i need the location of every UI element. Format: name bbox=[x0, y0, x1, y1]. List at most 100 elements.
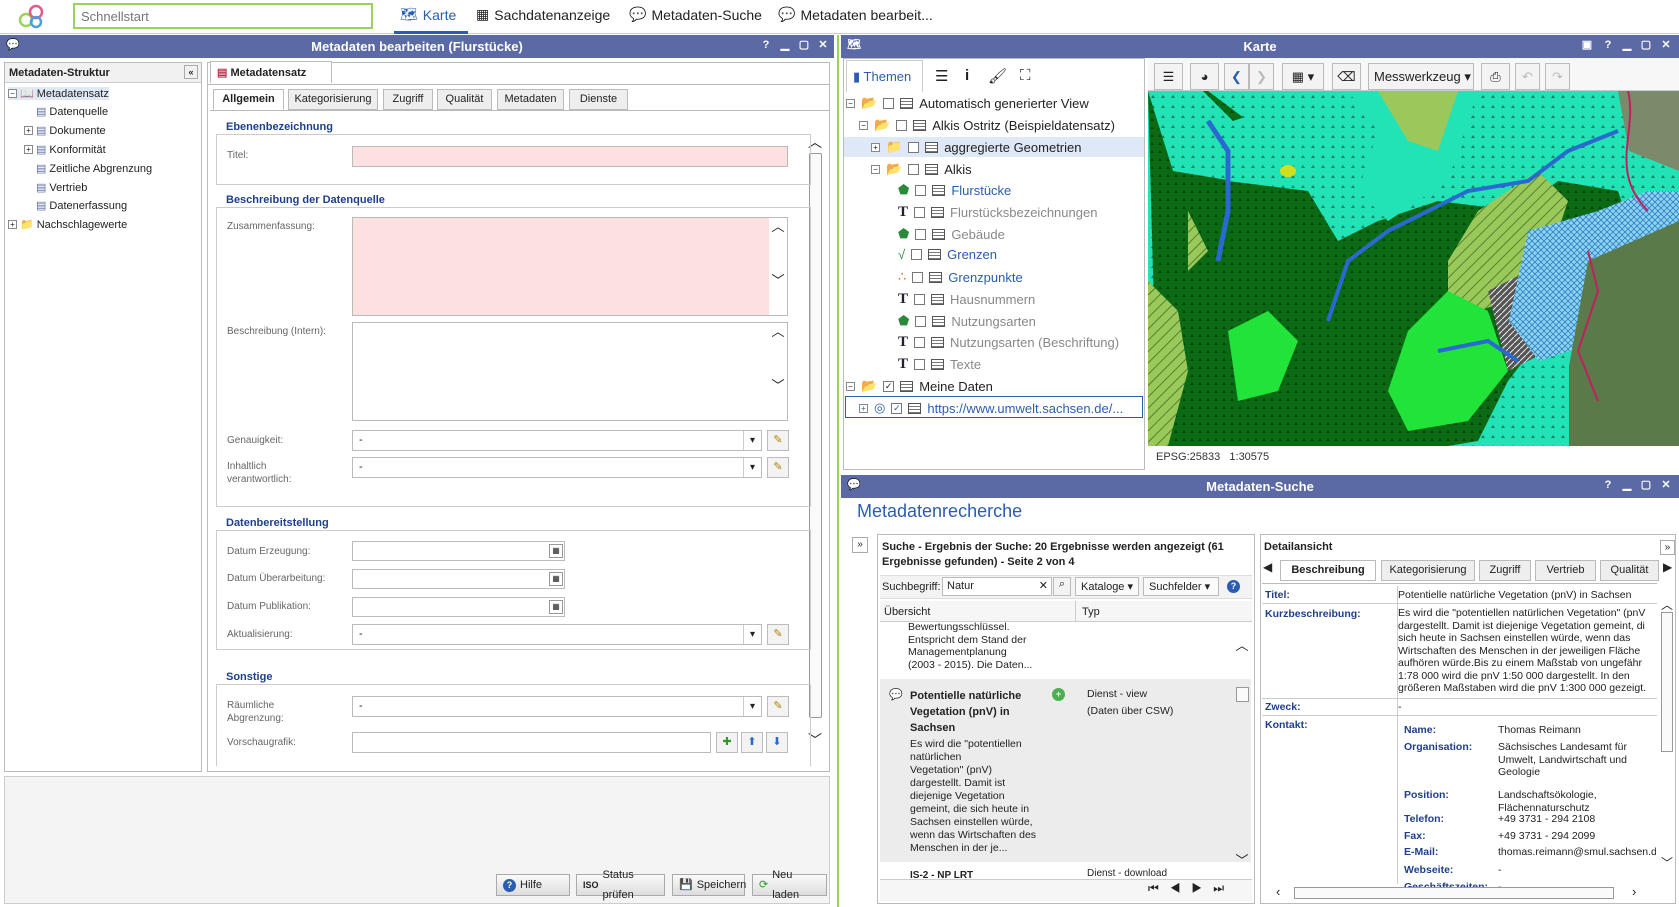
pagination-icons[interactable]: ⏮◀▶⏭ bbox=[1148, 881, 1235, 896]
maximize-icon[interactable]: ▢ bbox=[1639, 478, 1653, 492]
back-icon[interactable]: ❮ bbox=[1224, 63, 1249, 90]
tab-metadata-edit[interactable]: 💬 Metadaten bearbeit... bbox=[778, 6, 933, 23]
column-overview[interactable]: Übersicht bbox=[884, 606, 930, 618]
tree-item[interactable]: + 📁 Nachschlagewerte bbox=[8, 218, 127, 231]
preview-input[interactable] bbox=[352, 732, 711, 753]
close-icon[interactable]: ✕ bbox=[1659, 478, 1673, 492]
redo-icon[interactable]: ↷ bbox=[1545, 63, 1570, 90]
summary-textarea[interactable]: ︿ ﹀ bbox=[352, 217, 788, 316]
maximize-icon[interactable]: ▢ bbox=[797, 38, 811, 52]
tree-item[interactable]: ▤ Zeitliche Abgrenzung bbox=[36, 162, 152, 176]
layer-row[interactable]: − 📂 Automatisch generierter View bbox=[846, 95, 1089, 111]
edit-pencil-button[interactable]: ✎ bbox=[767, 696, 789, 717]
column-type[interactable]: Typ bbox=[1082, 606, 1100, 618]
minimize-icon[interactable]: ▁ bbox=[778, 38, 792, 52]
update-select[interactable]: - ▾ bbox=[352, 624, 762, 645]
list-icon[interactable]: ☰ bbox=[935, 67, 948, 85]
tree-item[interactable]: + ▤ Konformität bbox=[24, 143, 106, 156]
brush-icon[interactable]: 🖌 bbox=[988, 67, 1007, 85]
undo-icon[interactable]: ↶ bbox=[1515, 63, 1540, 90]
tab-attribute-data[interactable]: ▦ Sachdatenanzeige bbox=[476, 6, 610, 23]
layer-row[interactable]: T Texte bbox=[898, 356, 981, 373]
layer-row[interactable]: T Nutzungsarten (Beschriftung) bbox=[898, 334, 1119, 351]
layer-row[interactable]: ⬟ Gebäude bbox=[898, 226, 1005, 242]
tab-services[interactable]: Dienste bbox=[569, 89, 628, 110]
edit-pencil-button[interactable]: ✎ bbox=[767, 457, 789, 478]
tab-general[interactable]: Allgemein bbox=[213, 89, 284, 110]
add-icon[interactable]: ✚ bbox=[716, 732, 738, 753]
tab-quality[interactable]: Qualität bbox=[437, 89, 492, 110]
layer-row[interactable]: − 📂 Alkis Ostritz (Beispieldatensatz) bbox=[859, 117, 1115, 133]
layer-row[interactable]: ∴ Grenzpunkte bbox=[898, 269, 1023, 285]
tabs-right-icon[interactable]: ▶ bbox=[1663, 560, 1672, 574]
layer-row[interactable]: − 📂 ✓ Meine Daten bbox=[846, 378, 993, 394]
download-icon[interactable]: ⬇ bbox=[766, 732, 788, 753]
catalogs-button[interactable]: Kataloge ▾ bbox=[1075, 577, 1139, 596]
clear-icon[interactable]: ✕ bbox=[1039, 579, 1048, 592]
search-input[interactable]: Natur ✕ bbox=[942, 577, 1052, 596]
forward-icon[interactable]: ❯ bbox=[1249, 63, 1274, 90]
date-created-input[interactable]: ▦ bbox=[352, 541, 565, 561]
status-check-button[interactable]: ISO Status prüfen bbox=[576, 869, 665, 901]
layer-row[interactable]: + 📁 aggregierte Geometrien bbox=[871, 139, 1082, 155]
dtab-access[interactable]: Zugriff bbox=[1479, 560, 1531, 581]
print-icon[interactable]: ⎙ bbox=[1481, 63, 1510, 90]
layer-row[interactable]: − 📂 Alkis bbox=[871, 161, 972, 177]
table-select-icon[interactable]: ▦ ▾ bbox=[1282, 63, 1324, 90]
themes-tab[interactable]: ▮ Themen bbox=[846, 60, 923, 92]
collapse-icon[interactable]: « bbox=[184, 65, 198, 79]
minimize-icon[interactable]: ▁ bbox=[1620, 478, 1634, 492]
detail-scrollbar[interactable]: ︿ ﹀ bbox=[1659, 596, 1675, 874]
tab-metadata-search[interactable]: 💬 Metadaten-Suche bbox=[629, 6, 762, 23]
dtab-description[interactable]: Beschreibung bbox=[1280, 560, 1376, 581]
quickstart-input[interactable] bbox=[73, 3, 373, 29]
layer-row[interactable]: + ◎ ✓ https://www.umwelt.sachsen.de/... bbox=[859, 400, 1123, 416]
spatial-extent-select[interactable]: - ▾ bbox=[352, 696, 762, 717]
date-published-input[interactable]: ▦ bbox=[352, 597, 565, 617]
eraser-icon[interactable]: ⌫ bbox=[1332, 63, 1361, 90]
edit-pencil-button[interactable]: ✎ bbox=[767, 624, 789, 645]
minimize-icon[interactable]: ▁ bbox=[1620, 38, 1634, 52]
calendar-icon[interactable]: ▦ bbox=[549, 572, 563, 586]
detail-hscrollbar[interactable]: ‹ › bbox=[1262, 884, 1657, 902]
add-icon[interactable]: + bbox=[1052, 688, 1065, 701]
tabs-left-icon[interactable]: ◀ bbox=[1263, 560, 1272, 574]
help-icon[interactable]: ? bbox=[1601, 38, 1615, 52]
title-input[interactable] bbox=[352, 146, 788, 167]
splitter[interactable] bbox=[837, 35, 839, 907]
next-result-title[interactable]: IS-2 - NP LRT bbox=[910, 870, 973, 878]
tab-metadata[interactable]: Metadaten bbox=[497, 89, 564, 110]
search-fields-button[interactable]: Suchfelder ▾ bbox=[1143, 577, 1219, 596]
accuracy-select[interactable]: - ▾ bbox=[352, 430, 762, 451]
help-icon[interactable]: ? bbox=[1227, 580, 1240, 593]
results-scrollbar[interactable]: ︿ ﹀ bbox=[1233, 625, 1251, 880]
tree-item[interactable]: ▤ Vertrieb bbox=[36, 181, 87, 195]
close-icon[interactable]: ✕ bbox=[816, 38, 830, 52]
upload-icon[interactable]: ⬆ bbox=[741, 732, 763, 753]
search-icon[interactable]: ⌕ bbox=[1053, 577, 1071, 596]
edit-pencil-button[interactable]: ✎ bbox=[767, 430, 789, 451]
dtab-quality[interactable]: Qualität bbox=[1600, 560, 1659, 581]
responsible-select[interactable]: - ▾ bbox=[352, 457, 762, 478]
layer-row[interactable]: ⬟ Flurstücke bbox=[898, 182, 1011, 198]
result-title[interactable]: Potentielle natürliche Vegetation (pnV) i… bbox=[910, 688, 1021, 736]
close-icon[interactable]: ✕ bbox=[1659, 38, 1673, 52]
help-icon[interactable]: ? bbox=[1601, 478, 1615, 492]
tree-item[interactable]: − 📖 Metadatensatz bbox=[8, 87, 109, 100]
tab-map[interactable]: 🗺 Karte bbox=[400, 6, 456, 23]
calendar-icon[interactable]: ▦ bbox=[549, 544, 563, 558]
reload-button[interactable]: ⟳ Neu laden bbox=[752, 869, 827, 901]
tree-item[interactable]: + ▤ Dokumente bbox=[24, 124, 106, 137]
layer-row[interactable]: T Flurstücksbezeichnungen bbox=[898, 204, 1097, 221]
tree-item[interactable]: ▤ Datenquelle bbox=[36, 105, 108, 119]
save-button[interactable]: 💾 Speichern bbox=[672, 874, 746, 896]
save-icon[interactable]: ▣ bbox=[1580, 38, 1594, 52]
map-canvas[interactable] bbox=[1148, 91, 1679, 446]
help-button[interactable]: ? Hilfe bbox=[496, 874, 570, 896]
layer-row[interactable]: √ Grenzen bbox=[898, 247, 997, 262]
dtab-categorization[interactable]: Kategorisierung bbox=[1381, 560, 1475, 581]
info-icon[interactable]: i bbox=[965, 67, 969, 84]
list-icon[interactable]: ☰ bbox=[1154, 63, 1183, 90]
measure-tool-select[interactable]: Messwerkzeug ▾ bbox=[1368, 63, 1474, 90]
tab-access[interactable]: Zugriff bbox=[383, 89, 433, 110]
